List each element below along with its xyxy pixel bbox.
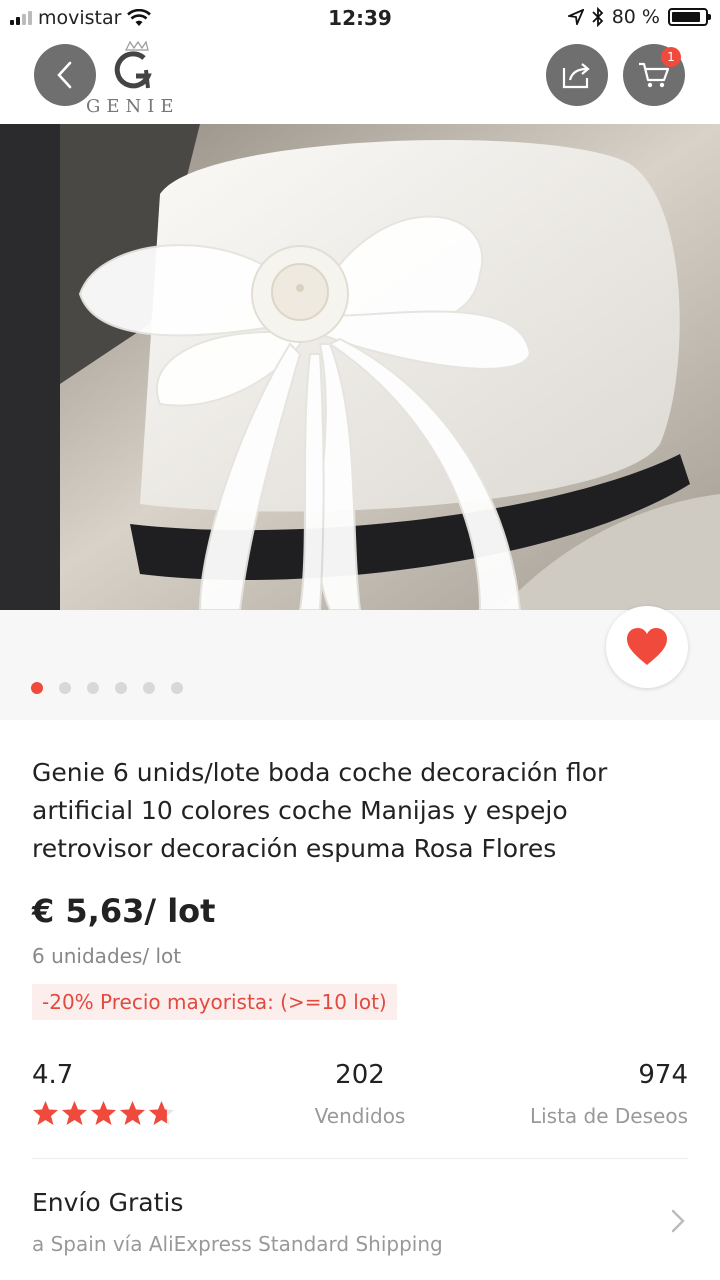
pagination-dot[interactable] — [115, 682, 127, 694]
product-image[interactable] — [0, 124, 720, 610]
shipping-subtitle: a Spain vía AliExpress Standard Shipping — [32, 1232, 443, 1256]
back-button[interactable] — [34, 44, 96, 106]
product-unit: 6 unidades/ lot — [32, 944, 182, 968]
sold-stat: 202 Vendidos — [262, 1060, 458, 1128]
brand-name: GENIE — [86, 96, 180, 117]
product-header: GENIE 1 — [0, 36, 720, 124]
star-icon — [149, 1101, 174, 1125]
cart-count-badge: 1 — [661, 47, 681, 67]
pagination-dot[interactable] — [31, 682, 43, 694]
pagination-dot[interactable] — [87, 682, 99, 694]
wishlist-count: 974 — [638, 1060, 688, 1090]
share-icon — [562, 63, 590, 89]
star-icon — [120, 1101, 145, 1125]
pagination-dot[interactable] — [171, 682, 183, 694]
share-button[interactable] — [546, 44, 608, 106]
cart-button[interactable]: 1 — [623, 44, 685, 106]
image-pagination — [31, 682, 183, 694]
battery-percent: 80 % — [611, 6, 660, 28]
rating-value: 4.7 — [32, 1060, 74, 1090]
divider — [32, 1158, 688, 1159]
location-icon — [567, 9, 584, 25]
wholesale-promo-badge: -20% Precio mayorista: (>=10 lot) — [32, 984, 397, 1020]
product-price: € 5,63/ lot — [32, 892, 216, 930]
battery-icon — [668, 8, 711, 26]
chevron-right-icon — [671, 1209, 685, 1233]
wishlist-label: Lista de Deseos — [529, 1104, 688, 1128]
brand-logo: GENIE — [86, 40, 196, 120]
star-icon — [62, 1101, 87, 1125]
favorite-button[interactable] — [606, 606, 688, 688]
rating-stars — [32, 1100, 175, 1127]
shipping-title: Envío Gratis — [32, 1188, 184, 1217]
chevron-left-icon — [57, 61, 72, 89]
bluetooth-icon — [592, 7, 603, 27]
wishlist-stat[interactable]: 974 Lista de Deseos — [530, 1060, 688, 1128]
star-icon — [91, 1101, 116, 1125]
status-bar: movistar 12:39 80 % — [0, 0, 720, 36]
pagination-dot[interactable] — [143, 682, 155, 694]
product-title: Genie 6 unids/lote boda coche decoración… — [32, 758, 608, 863]
sold-label: Vendidos — [314, 1104, 406, 1128]
star-icon — [33, 1101, 58, 1125]
product-stats: 4.7 202 Vendidos 974 Lista de Deseos — [32, 1060, 688, 1128]
image-gallery-controls — [0, 606, 720, 720]
heart-icon — [627, 628, 667, 665]
pagination-dot[interactable] — [59, 682, 71, 694]
sold-count: 202 — [335, 1060, 385, 1090]
